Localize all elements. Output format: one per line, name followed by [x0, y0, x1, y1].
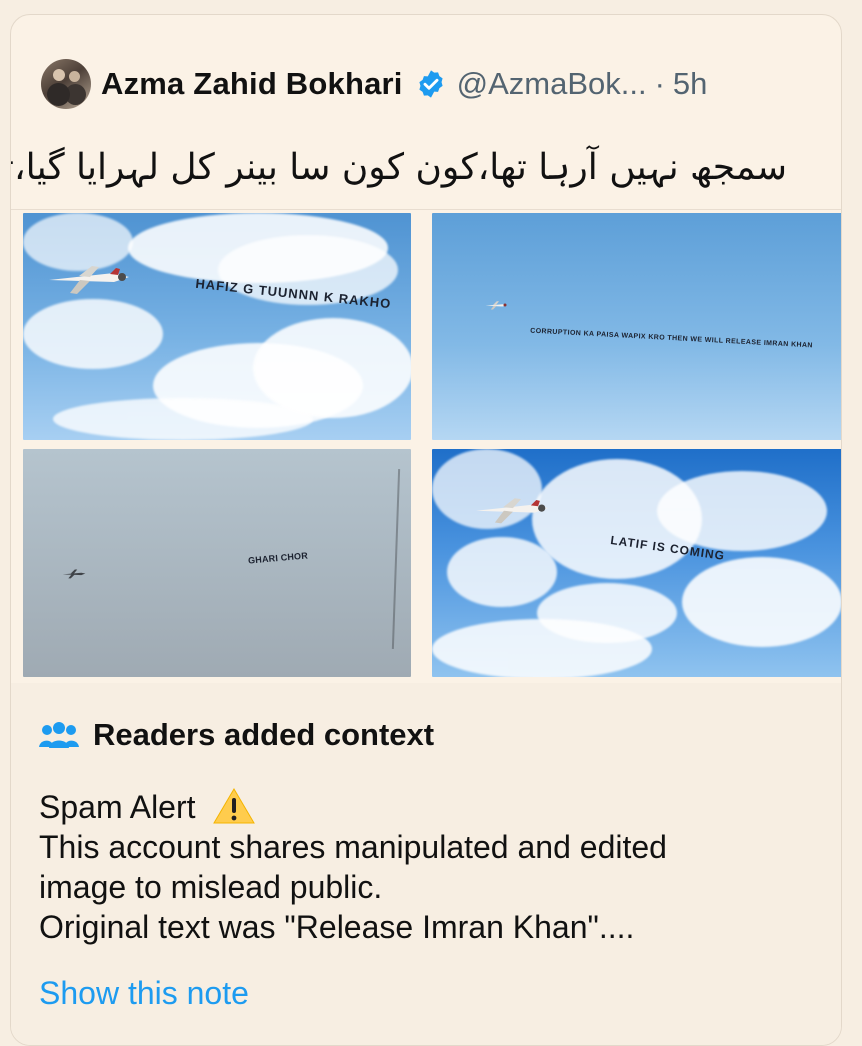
banner-text-2: CORRUPTION KA PAISA WAPIX KRO THEN WE WI… [530, 327, 814, 350]
community-note-title: Readers added context [93, 717, 435, 752]
tweet-image-3[interactable]: GHARI CHOR [23, 449, 411, 677]
people-icon [39, 722, 79, 748]
author-avatar[interactable] [41, 59, 91, 109]
author-handle[interactable]: @AzmaBok... [457, 66, 647, 102]
plane-icon [476, 498, 548, 524]
plane-icon [49, 266, 129, 294]
plane-icon [62, 569, 86, 579]
post-time[interactable]: 5h [673, 66, 707, 102]
tweet-image-1[interactable]: HAFIZ G TUUNNN K RAKHO [23, 213, 411, 440]
tweet-image-4[interactable]: LATIF IS COMING [432, 449, 841, 677]
spam-alert-line: Spam Alert [39, 787, 256, 826]
banner-text-3: GHARI CHOR [247, 550, 309, 566]
meta-separator: · [654, 66, 665, 101]
note-body-line-2: image to mislead public. [39, 869, 383, 905]
warning-icon [213, 788, 256, 824]
tweet-card[interactable]: Azma Zahid Bokhari @AzmaBok... · 5h سمجھ… [10, 14, 842, 1046]
author-name[interactable]: Azma Zahid Bokhari [101, 66, 403, 102]
spam-alert-text: Spam Alert [39, 789, 196, 825]
community-note: Readers added context Spam Alert This ac… [11, 683, 841, 1045]
tweet-header: Azma Zahid Bokhari @AzmaBok... · 5h [41, 53, 707, 115]
note-body-line-1: This account shares manipulated and edit… [39, 829, 667, 865]
community-note-header: Readers added context [39, 717, 434, 753]
media-top-divider [11, 209, 841, 210]
note-body-line-3: Original text was "Release Imran Khan"..… [39, 909, 635, 945]
show-this-note-link[interactable]: Show this note [39, 975, 249, 1012]
plane-icon [485, 301, 507, 310]
tweet-text: سمجھ نہیں آرہا تھا،کون کون سا بینر کل لہ… [11, 147, 787, 188]
verified-badge-icon [419, 70, 443, 98]
tweet-image-2[interactable]: CORRUPTION KA PAISA WAPIX KRO THEN WE WI… [432, 213, 841, 440]
contrail-line [391, 469, 401, 649]
